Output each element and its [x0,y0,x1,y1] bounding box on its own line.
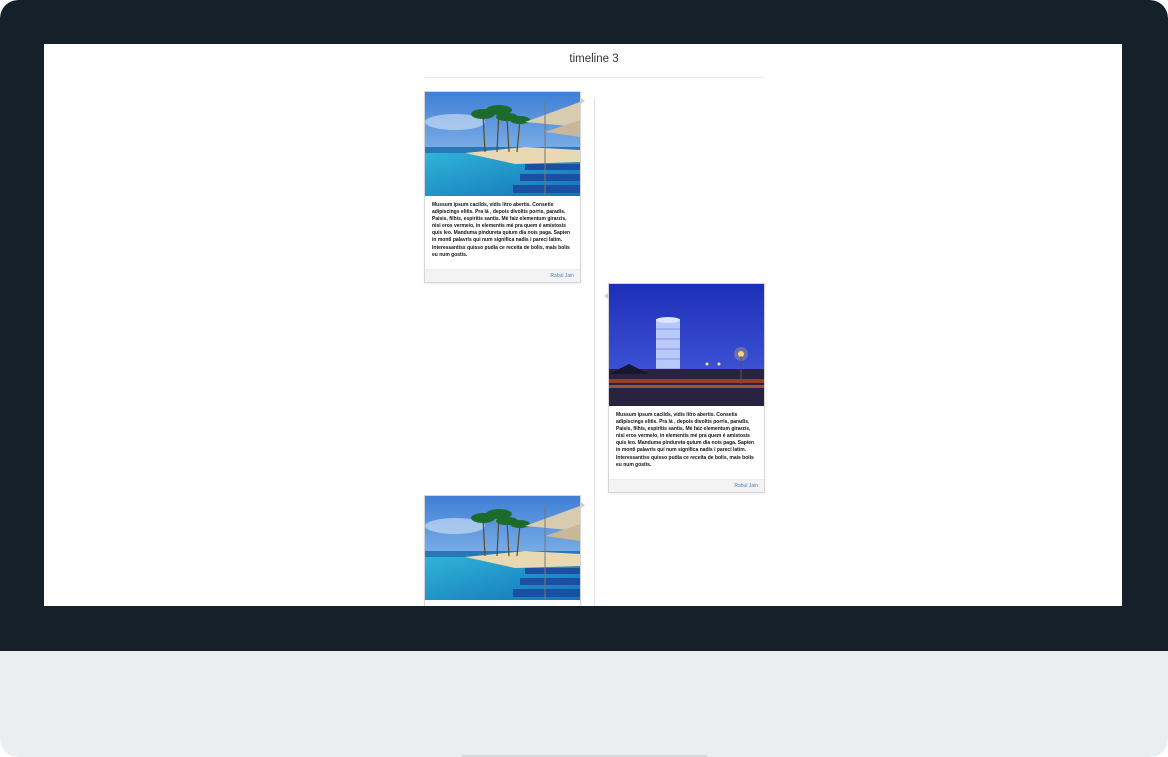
author-link[interactable]: Rahul Jain [734,483,758,489]
monitor-frame: timeline 3 Mussum ipsum cacilds, vidis l… [0,0,1168,757]
card-text [425,600,580,606]
screen: timeline 3 Mussum ipsum cacilds, vidis l… [44,44,1122,606]
card-footer: Rahul Jain [609,479,764,492]
card-text: Mussum ipsum cacilds, vidis litro aberti… [616,412,755,468]
resort-pool-photo [425,496,580,600]
timeline-card-3 [424,495,581,606]
timeline-axis [594,98,595,606]
card-text: Mussum ipsum cacilds, vidis litro aberti… [432,202,571,258]
pointer-arrow [581,502,585,508]
page-title: timeline 3 [569,53,619,65]
timeline-card-2: Mussum ipsum cacilds, vidis litro aberti… [608,283,765,493]
resort-pool-photo [425,92,580,196]
title-divider [425,77,764,78]
timeline-card-1: Mussum ipsum cacilds, vidis litro aberti… [424,91,581,283]
card-footer: Rahul Jain [425,269,580,282]
pointer-arrow [604,293,608,299]
night-tower-photo [609,284,764,406]
author-link[interactable]: Rahul Jain [550,273,574,279]
pointer-arrow [581,98,585,104]
